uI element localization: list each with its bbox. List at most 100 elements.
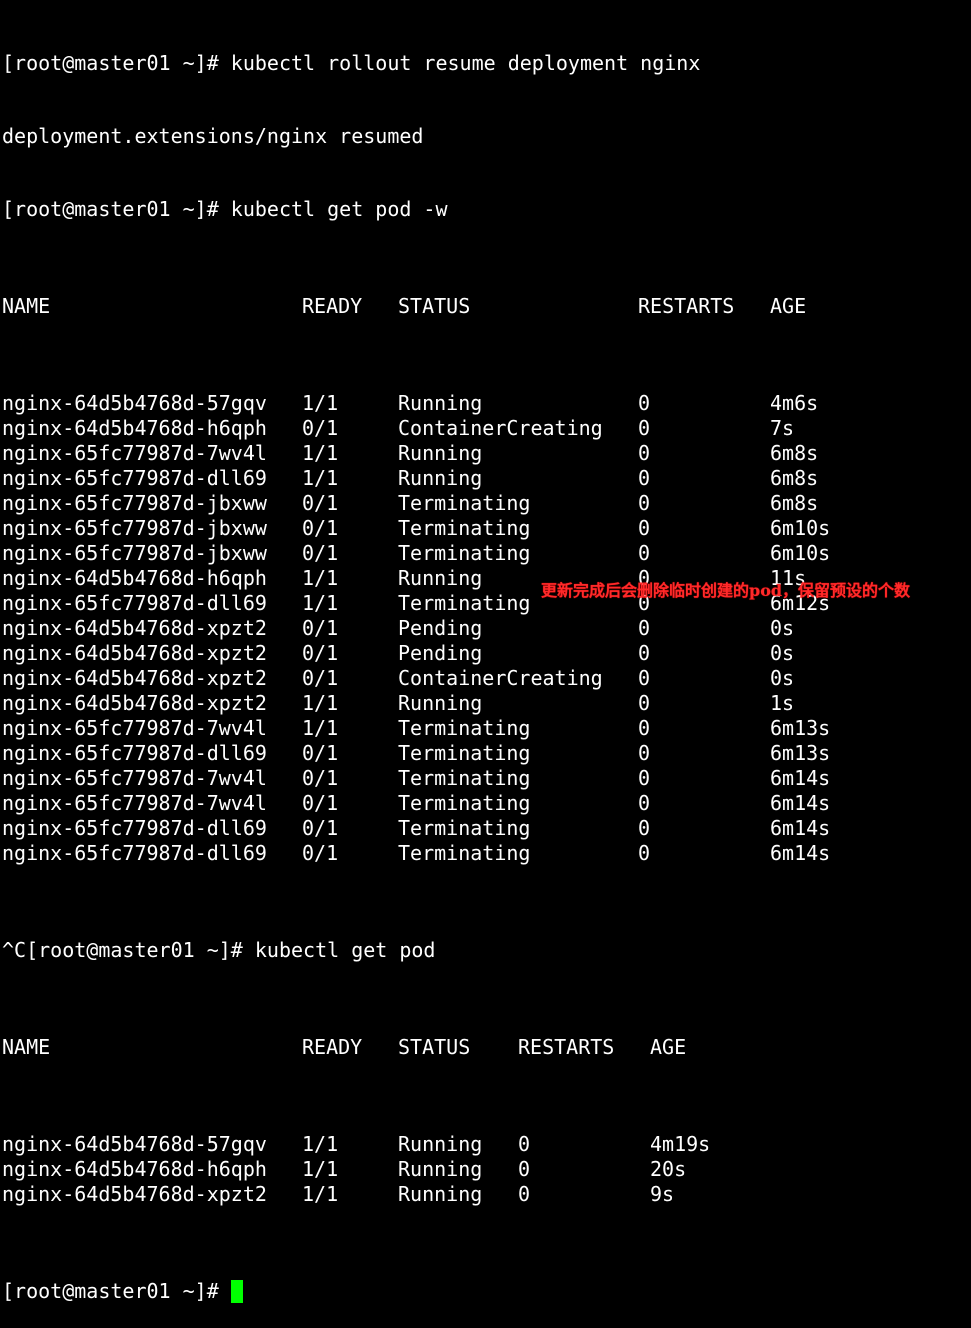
pod-restarts: 0 <box>638 466 651 490</box>
pod-age: 4m6s <box>770 391 819 415</box>
watch-table-row: nginx-65fc77987d-7wv4l 1/1 Terminating 0 6m1… <box>2 716 971 741</box>
pod-name: nginx-64d5b4768d-xpzt2 <box>2 691 267 715</box>
pod-name: nginx-64d5b4768d-57gqv <box>2 1132 267 1156</box>
pod-age: 1s <box>770 691 795 715</box>
pod-status: Terminating <box>398 791 531 815</box>
pod-age: 4m19s <box>650 1132 711 1156</box>
pod-ready: 1/1 <box>302 391 339 415</box>
pod-name: nginx-65fc77987d-jbxww <box>2 516 267 540</box>
header-ready: READY <box>302 294 363 318</box>
pod-name: nginx-65fc77987d-7wv4l <box>2 766 267 790</box>
pod-status: Terminating <box>398 766 531 790</box>
command-line-rollout-resume: [root@master01 ~]# kubectl rollout resum… <box>2 51 701 75</box>
watch-table-row: nginx-65fc77987d-jbxww 0/1 Terminating 0 6m1… <box>2 541 971 566</box>
pod-ready: 0/1 <box>302 416 339 440</box>
watch-table-row: nginx-64d5b4768d-h6qph 0/1 ContainerCreati… <box>2 416 971 441</box>
watch-table-row: nginx-64d5b4768d-xpzt2 0/1 Pending 0 0s <box>2 641 971 666</box>
pod-age: 0s <box>770 641 795 665</box>
watch-table-row: nginx-65fc77987d-jbxww 0/1 Terminating 0 6m8… <box>2 491 971 516</box>
pod-ready: 1/1 <box>302 1182 339 1206</box>
pod-status: Pending <box>398 641 483 665</box>
pod-name: nginx-65fc77987d-dll69 <box>2 816 267 840</box>
pod-age: 6m13s <box>770 741 831 765</box>
pod-ready: 1/1 <box>302 441 339 465</box>
pod-name: nginx-65fc77987d-jbxww <box>2 491 267 515</box>
pod-status: Running <box>398 441 483 465</box>
watch-table-row: nginx-65fc77987d-dll69 1/1 Running 0 6m8s <box>2 466 971 491</box>
pod-status: Running <box>398 566 483 590</box>
pod-status: Terminating <box>398 841 531 865</box>
pod-restarts: 0 <box>638 716 651 740</box>
command-line-get-pod: ^C[root@master01 ~]# kubectl get pod <box>2 938 436 962</box>
pod-name: nginx-64d5b4768d-57gqv <box>2 391 267 415</box>
pod-restarts: 0 <box>638 841 651 865</box>
pod-ready: 0/1 <box>302 741 339 765</box>
pod-restarts: 0 <box>638 816 651 840</box>
pod-age: 6m8s <box>770 441 819 465</box>
pod-ready: 1/1 <box>302 1132 339 1156</box>
pod-ready: 1/1 <box>302 591 339 615</box>
pod-name: nginx-65fc77987d-7wv4l <box>2 791 267 815</box>
watch-table-body: nginx-64d5b4768d-57gqv 1/1 Running 0 4m6s ngi… <box>2 391 971 866</box>
terminal-window[interactable]: [root@master01 ~]# kubectl rollout resum… <box>2 3 971 1303</box>
header-restarts: RESTARTS <box>638 294 735 318</box>
pod-restarts: 0 <box>638 416 651 440</box>
watch-table-row: nginx-64d5b4768d-xpzt2 0/1 ContainerCreati… <box>2 666 971 691</box>
pod-restarts: 0 <box>518 1182 531 1206</box>
pod-name: nginx-65fc77987d-dll69 <box>2 841 267 865</box>
pod-ready: 0/1 <box>302 516 339 540</box>
pod-status: Terminating <box>398 541 531 565</box>
watch-table-row: nginx-65fc77987d-7wv4l 0/1 Terminating 0 6m1… <box>2 791 971 816</box>
pod-name: nginx-65fc77987d-7wv4l <box>2 441 267 465</box>
pod-ready: 1/1 <box>302 466 339 490</box>
pod-ready: 0/1 <box>302 666 339 690</box>
pod-status: Pending <box>398 616 483 640</box>
command-line-get-pod-watch: [root@master01 ~]# kubectl get pod -w <box>2 197 448 221</box>
pod-age: 6m10s <box>770 516 831 540</box>
pod-restarts: 0 <box>638 691 651 715</box>
pod-status: Running <box>398 391 483 415</box>
pod-status: Terminating <box>398 816 531 840</box>
pod-restarts: 0 <box>638 791 651 815</box>
pod-age: 6m13s <box>770 716 831 740</box>
pod-status: Running <box>398 1157 483 1181</box>
pod-ready: 1/1 <box>302 1157 339 1181</box>
pod-status: Terminating <box>398 716 531 740</box>
header-restarts: RESTARTS <box>518 1035 615 1059</box>
pod-status: Terminating <box>398 591 531 615</box>
header-age: AGE <box>770 294 807 318</box>
pod-status: ContainerCreating <box>398 666 603 690</box>
pod-age: 6m14s <box>770 766 831 790</box>
header-name: NAME <box>2 1035 51 1059</box>
pod-restarts: 0 <box>638 516 651 540</box>
get-table-row: nginx-64d5b4768d-57gqv 1/1 Running 0 4m19s <box>2 1132 971 1157</box>
pod-restarts: 0 <box>518 1157 531 1181</box>
header-status: STATUS <box>398 294 471 318</box>
watch-table-row: nginx-65fc77987d-dll69 0/1 Terminating 0 6m1… <box>2 741 971 766</box>
pod-restarts: 0 <box>638 391 651 415</box>
pod-name: nginx-64d5b4768d-h6qph <box>2 1157 267 1181</box>
pod-ready: 0/1 <box>302 491 339 515</box>
pod-name: nginx-65fc77987d-dll69 <box>2 591 267 615</box>
pod-restarts: 0 <box>638 441 651 465</box>
terminal-cursor[interactable] <box>230 1280 243 1303</box>
watch-table-row: nginx-65fc77987d-7wv4l 0/1 Terminating 0 6m1… <box>2 766 971 791</box>
prompt-line[interactable]: [root@master01 ~]# <box>2 1279 971 1304</box>
pod-ready: 0/1 <box>302 641 339 665</box>
pod-name: nginx-64d5b4768d-xpzt2 <box>2 641 267 665</box>
pod-status: Terminating <box>398 491 531 515</box>
pod-name: nginx-65fc77987d-jbxww <box>2 541 267 565</box>
watch-table-row: nginx-65fc77987d-dll69 0/1 Terminating 0 6m1… <box>2 816 971 841</box>
pod-name: nginx-64d5b4768d-h6qph <box>2 416 267 440</box>
pod-ready: 0/1 <box>302 766 339 790</box>
pod-age: 0s <box>770 616 795 640</box>
output-line-resumed: deployment.extensions/nginx resumed <box>2 124 424 148</box>
pod-ready: 0/1 <box>302 541 339 565</box>
pod-name: nginx-64d5b4768d-h6qph <box>2 566 267 590</box>
prompt-text: [root@master01 ~]# <box>2 1279 231 1303</box>
pod-status: Running <box>398 1132 483 1156</box>
watch-table-row: nginx-64d5b4768d-xpzt2 1/1 Running 0 1s <box>2 691 971 716</box>
watch-table-row: nginx-64d5b4768d-xpzt2 0/1 Pending 0 0s <box>2 616 971 641</box>
pod-status: Running <box>398 1182 483 1206</box>
get-table-body: nginx-64d5b4768d-57gqv 1/1 Running 0 4m19s ng… <box>2 1132 971 1207</box>
